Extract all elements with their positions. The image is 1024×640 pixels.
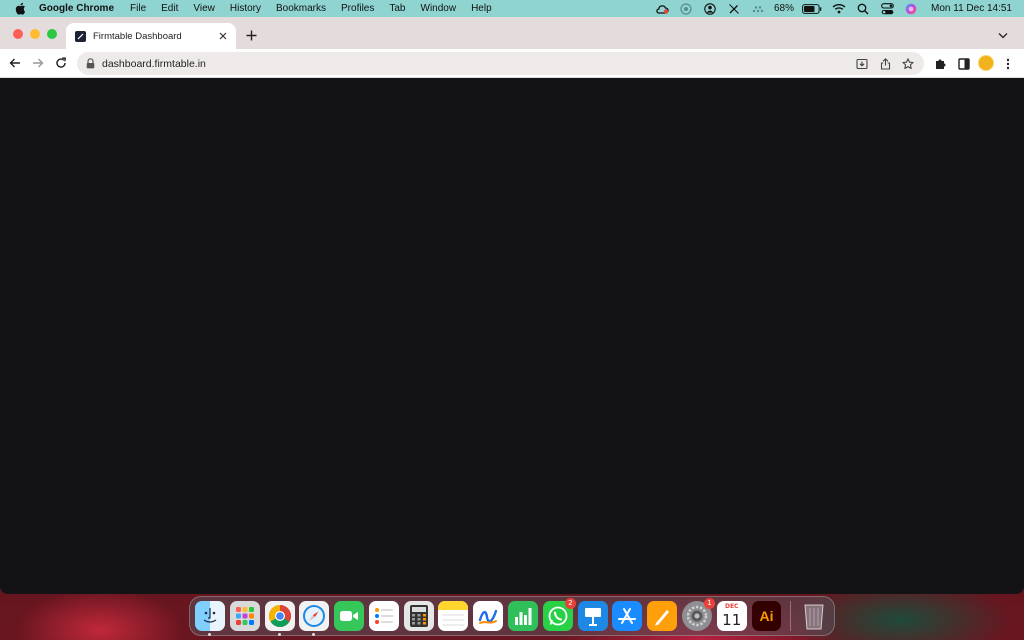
menu-tab[interactable]: Tab xyxy=(389,3,405,14)
whatsapp-badge: 2 xyxy=(564,598,576,609)
dock-whatsapp[interactable]: 2 xyxy=(542,598,576,631)
safari-icon xyxy=(303,605,326,627)
dock-chrome[interactable] xyxy=(264,601,295,636)
wifi-icon[interactable] xyxy=(832,3,846,15)
dock-launchpad[interactable] xyxy=(229,601,260,631)
dock-pages[interactable] xyxy=(647,601,678,631)
close-tab-icon[interactable] xyxy=(216,29,230,43)
control-center-icon[interactable] xyxy=(880,2,894,15)
dock-finder[interactable] xyxy=(195,601,225,636)
dock-calendar[interactable]: DEC 11 xyxy=(716,601,747,631)
side-panel-icon[interactable] xyxy=(956,56,971,71)
install-app-icon[interactable] xyxy=(855,57,869,71)
menu-bookmarks[interactable]: Bookmarks xyxy=(276,3,326,14)
tab-firmtable-dashboard[interactable]: Firmtable Dashboard xyxy=(66,23,236,49)
share-icon[interactable] xyxy=(878,57,892,71)
focus-icon[interactable] xyxy=(679,2,693,15)
wifi-dots-icon[interactable] xyxy=(751,3,765,15)
menu-window[interactable]: Window xyxy=(421,3,457,14)
window-maximize-button[interactable] xyxy=(47,29,57,39)
creative-cloud-icon[interactable] xyxy=(655,3,669,15)
battery-percentage: 68% xyxy=(774,3,795,14)
menu-history[interactable]: History xyxy=(230,3,261,14)
lock-icon[interactable] xyxy=(85,58,95,70)
chrome-icon xyxy=(268,605,291,627)
profile-avatar[interactable] xyxy=(978,55,994,71)
dock-illustrator[interactable]: Ai xyxy=(751,601,782,631)
menu-profiles[interactable]: Profiles xyxy=(341,3,374,14)
forward-arrow-icon[interactable] xyxy=(30,55,46,71)
illustrator-icon: Ai xyxy=(759,608,774,624)
pen-icon[interactable] xyxy=(727,3,741,15)
new-tab-icon[interactable] xyxy=(244,28,258,42)
dock-app-store[interactable] xyxy=(612,601,643,631)
dock: 2 1 DEC 11 Ai xyxy=(189,596,835,636)
menu-app-name[interactable]: Google Chrome xyxy=(39,3,114,14)
system-settings-badge: 1 xyxy=(703,598,715,609)
launchpad-icon xyxy=(235,607,254,625)
address-bar[interactable]: dashboard.firmtable.in xyxy=(77,52,924,75)
extensions-puzzle-icon[interactable] xyxy=(933,56,948,71)
dock-separator xyxy=(790,601,792,631)
dock-safari[interactable] xyxy=(299,601,330,636)
menubar-clock[interactable]: Mon 11 Dec 14:51 xyxy=(931,3,1012,14)
whatsapp-icon xyxy=(548,606,568,626)
reload-icon[interactable] xyxy=(53,55,69,71)
siri-icon[interactable] xyxy=(904,3,918,15)
chrome-window: Firmtable Dashboard dashboard.firmtable.… xyxy=(0,17,1024,594)
dock-freeform[interactable] xyxy=(473,601,504,631)
app-store-icon xyxy=(618,608,637,624)
window-minimize-button[interactable] xyxy=(30,29,40,39)
dock-trash[interactable] xyxy=(799,601,829,631)
window-close-button[interactable] xyxy=(13,29,23,39)
tab-title: Firmtable Dashboard xyxy=(93,30,182,42)
calculator-icon xyxy=(409,605,428,627)
menu-file[interactable]: File xyxy=(130,3,146,14)
trash-icon xyxy=(804,604,824,630)
dock-system-settings[interactable]: 1 xyxy=(681,598,715,631)
back-arrow-icon[interactable] xyxy=(7,55,23,71)
search-icon[interactable] xyxy=(856,3,870,15)
calendar-icon-month: DEC xyxy=(724,603,739,610)
freeform-icon xyxy=(479,609,498,624)
pages-icon xyxy=(655,610,670,626)
browser-toolbar: dashboard.firmtable.in xyxy=(0,49,1024,78)
keynote-icon xyxy=(584,608,601,626)
page-viewport[interactable] xyxy=(0,78,1024,594)
apple-menu-icon[interactable] xyxy=(13,2,27,16)
dock-keynote[interactable] xyxy=(577,601,608,631)
menu-view[interactable]: View xyxy=(193,3,215,14)
menu-help[interactable]: Help xyxy=(471,3,492,14)
bookmark-star-icon[interactable] xyxy=(901,57,915,71)
dock-numbers[interactable] xyxy=(508,601,539,631)
tab-search-chevron-down-icon[interactable] xyxy=(996,28,1010,42)
finder-icon xyxy=(203,608,217,623)
notes-icon xyxy=(438,601,469,626)
dock-facetime[interactable] xyxy=(334,601,365,631)
calendar-icon-day: 11 xyxy=(722,611,742,629)
menubar: Google Chrome File Edit View History Boo… xyxy=(0,0,1024,17)
menu-edit[interactable]: Edit xyxy=(161,3,178,14)
menubar-status-area: 68% Mon 11 Dec 14:51 xyxy=(650,0,1024,17)
firmtable-favicon-icon xyxy=(75,30,86,42)
battery-icon[interactable] xyxy=(802,3,822,15)
dock-calculator[interactable] xyxy=(403,601,434,631)
reminders-icon xyxy=(374,608,393,624)
kebab-menu-icon[interactable] xyxy=(1000,56,1015,71)
dock-reminders[interactable] xyxy=(368,601,399,631)
user-icon[interactable] xyxy=(703,2,717,15)
facetime-icon xyxy=(340,611,359,621)
dock-notes[interactable] xyxy=(438,601,469,631)
tab-strip: Firmtable Dashboard xyxy=(0,17,1024,49)
url-text[interactable]: dashboard.firmtable.in xyxy=(102,58,855,70)
numbers-icon xyxy=(515,608,532,625)
